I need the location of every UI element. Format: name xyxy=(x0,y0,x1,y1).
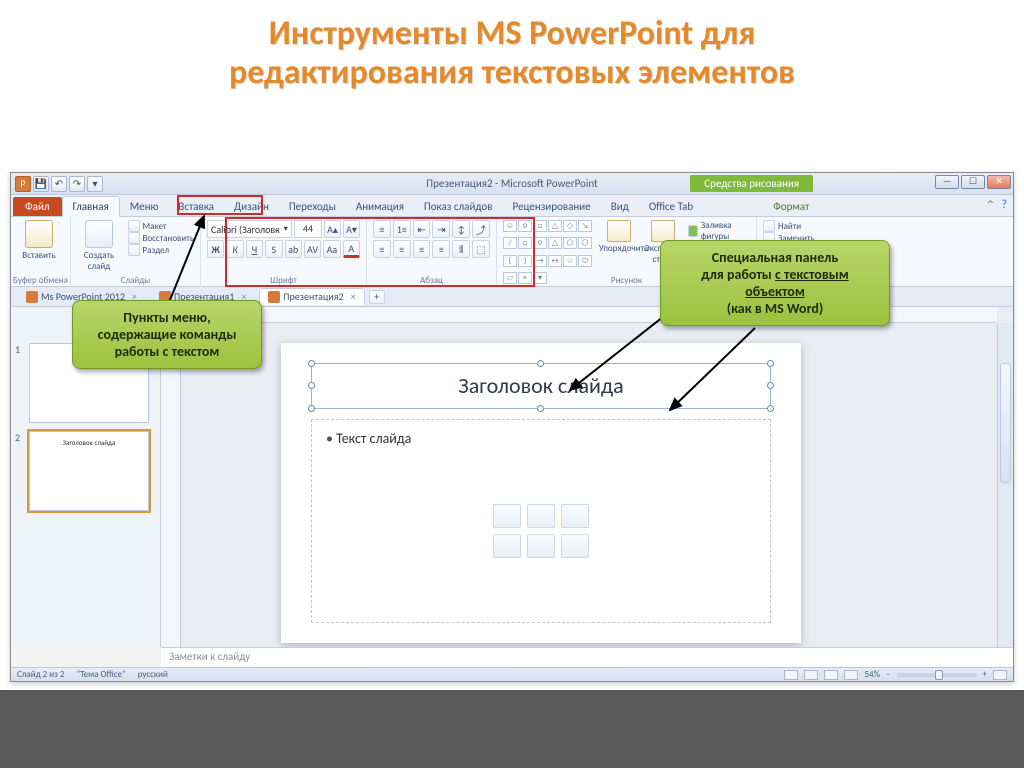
insert-media-icon[interactable] xyxy=(561,534,589,558)
slide-body-placeholder[interactable]: Текст слайда xyxy=(311,419,771,623)
indent-dec-button[interactable]: ⇤ xyxy=(413,220,431,238)
thumb-number: 1 xyxy=(15,343,25,423)
justify-button[interactable]: ≡ xyxy=(432,240,450,258)
window-title: Презентация2 - Microsoft PowerPoint xyxy=(426,177,598,190)
new-slide-button[interactable]: Создать слайд xyxy=(77,220,121,272)
group-font: Calibri (Заголовк▾ 44 A▴ A▾ Ж К Ч S ab A… xyxy=(201,217,367,287)
ruler-vertical xyxy=(161,323,181,647)
tab-officetab[interactable]: Office Tab xyxy=(639,197,703,216)
minimize-button[interactable]: — xyxy=(935,175,959,189)
zoom-slider[interactable] xyxy=(897,673,977,677)
find-button[interactable]: Найти xyxy=(763,220,841,232)
strike-button[interactable]: S xyxy=(265,240,282,258)
group-label-font: Шрифт xyxy=(201,275,366,286)
case-button[interactable]: Aa xyxy=(323,240,340,258)
presentation-title: Инструменты MS PowerPoint для редактиров… xyxy=(0,0,1024,100)
tab-review[interactable]: Рецензирование xyxy=(503,197,601,216)
status-theme: "Тема Office" xyxy=(77,669,126,680)
zoom-value: 54% xyxy=(864,669,880,680)
thumbnail-2[interactable]: Заголовок слайда xyxy=(29,431,149,511)
bullet-text[interactable]: Текст слайда xyxy=(326,430,756,447)
new-doctab-button[interactable]: + xyxy=(369,290,385,304)
close-icon[interactable]: × xyxy=(351,290,356,303)
slideshow-view-button[interactable] xyxy=(844,670,858,680)
redo-icon[interactable]: ↷ xyxy=(69,176,85,192)
tab-transitions[interactable]: Переходы xyxy=(279,197,346,216)
reading-view-button[interactable] xyxy=(824,670,838,680)
font-size-combo[interactable]: 44 xyxy=(294,220,322,238)
thumb-number: 2 xyxy=(15,431,25,511)
callout-left: Пункты меню, содержащие команды работы с… xyxy=(72,300,262,369)
vertical-scrollbar[interactable] xyxy=(997,323,1013,647)
maximize-button[interactable]: ☐ xyxy=(961,175,985,189)
zoom-out-button[interactable]: − xyxy=(886,669,890,680)
underline-button[interactable]: Ч xyxy=(246,240,263,258)
bullets-button[interactable]: ≡ xyxy=(373,220,391,238)
insert-smartart-icon[interactable] xyxy=(561,504,589,528)
contextual-tab-label: Средства рисования xyxy=(690,175,813,192)
tab-slideshow[interactable]: Показ слайдов xyxy=(414,197,503,216)
status-slide: Слайд 2 из 2 xyxy=(17,669,65,680)
align-center-button[interactable]: ≡ xyxy=(393,240,411,258)
quick-access-toolbar: P 💾 ↶ ↷ ▾ xyxy=(11,176,103,192)
shrink-font-icon[interactable]: A▾ xyxy=(343,220,360,238)
qat-more-icon[interactable]: ▾ xyxy=(87,176,103,192)
spacing-button[interactable]: AV xyxy=(304,240,321,258)
align-left-button[interactable]: ≡ xyxy=(373,240,391,258)
callout-right: Специальная панель для работы с текстовы… xyxy=(660,240,890,326)
insert-chart-icon[interactable] xyxy=(527,504,555,528)
file-tab[interactable]: Файл xyxy=(13,197,62,216)
notes-pane[interactable]: Заметки к слайду xyxy=(161,647,1013,667)
italic-button[interactable]: К xyxy=(226,240,243,258)
group-label-clipboard: Буфер обмена xyxy=(11,275,70,286)
status-lang: русский xyxy=(138,669,168,680)
undo-icon[interactable]: ↶ xyxy=(51,176,67,192)
convert-smartart-button[interactable]: ⬚ xyxy=(472,240,490,258)
close-button[interactable]: ✕ xyxy=(987,175,1011,189)
align-right-button[interactable]: ≡ xyxy=(413,240,431,258)
doctab-3[interactable]: Презентация2× xyxy=(259,288,364,305)
insert-clipart-icon[interactable] xyxy=(527,534,555,558)
shape-fill-button[interactable]: Заливка фигуры xyxy=(688,220,750,242)
indent-inc-button[interactable]: ⇥ xyxy=(432,220,450,238)
shadow-button[interactable]: ab xyxy=(285,240,302,258)
save-icon[interactable]: 💾 xyxy=(33,176,49,192)
help-icon[interactable]: ? xyxy=(1001,198,1007,213)
content-placeholder-icons[interactable] xyxy=(493,504,589,558)
arrow-right-2 xyxy=(660,320,770,420)
font-color-button[interactable]: A xyxy=(343,240,360,258)
outer-slide-footer xyxy=(0,690,1024,768)
sorter-view-button[interactable] xyxy=(804,670,818,680)
insert-table-icon[interactable] xyxy=(493,504,521,528)
paste-button[interactable]: Вставить xyxy=(17,220,61,261)
columns-button[interactable]: ⫴ xyxy=(452,240,470,258)
grow-font-icon[interactable]: A▴ xyxy=(324,220,341,238)
group-label-paragraph: Абзац xyxy=(367,275,496,286)
line-spacing-button[interactable]: ↕ xyxy=(452,220,470,238)
app-icon[interactable]: P xyxy=(15,176,31,192)
text-direction-button[interactable]: ⤴ xyxy=(472,220,490,238)
titlebar: P 💾 ↶ ↷ ▾ Презентация2 - Microsoft Power… xyxy=(11,173,1013,195)
tab-design[interactable]: Дизайн xyxy=(224,197,279,216)
group-paragraph: ≡ 1≡ ⇤ ⇥ ↕ ⤴ ≡ ≡ ≡ ≡ ⫴ ⬚ Абзац xyxy=(367,217,497,287)
normal-view-button[interactable] xyxy=(784,670,798,680)
fit-button[interactable] xyxy=(993,670,1007,680)
zoom-in-button[interactable]: + xyxy=(983,669,987,680)
minimize-ribbon-icon[interactable]: ⌃ xyxy=(985,198,995,213)
insert-picture-icon[interactable] xyxy=(493,534,521,558)
status-bar: Слайд 2 из 2 "Тема Office" русский 54% −… xyxy=(11,667,1013,681)
tab-view[interactable]: Вид xyxy=(601,197,639,216)
tab-format[interactable]: Формат xyxy=(763,197,819,216)
tab-home[interactable]: Главная xyxy=(62,196,120,217)
tab-animation[interactable]: Анимация xyxy=(346,197,414,216)
numbering-button[interactable]: 1≡ xyxy=(393,220,411,238)
arrow-left xyxy=(160,210,220,310)
group-clipboard: Вставить Буфер обмена xyxy=(11,217,71,287)
